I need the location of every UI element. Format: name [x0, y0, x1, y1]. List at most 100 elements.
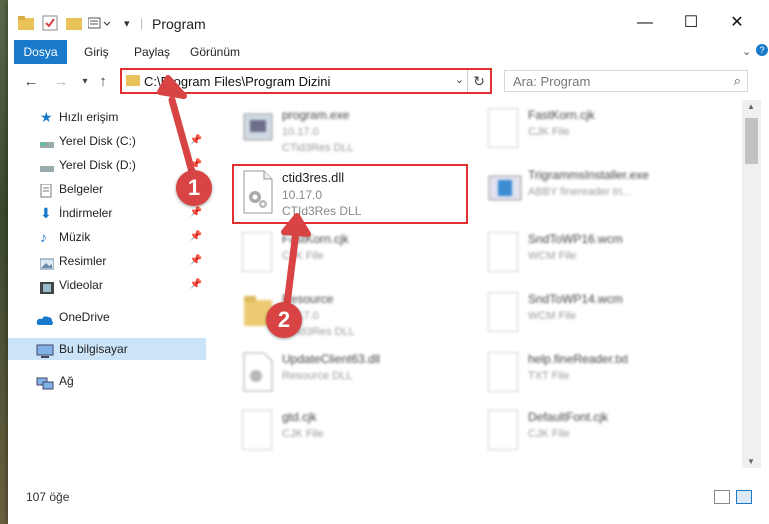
address-row: ← → ▾ ↑ C:\Program Files\Program Dizini … — [8, 64, 769, 100]
sidebar-item-disk-c[interactable]: Yerel Disk (C:) 📌 — [8, 130, 206, 152]
file-type: CJK File — [528, 126, 570, 138]
window-title: Program — [152, 16, 206, 32]
pin-icon[interactable]: 📌 — [190, 250, 202, 272]
sidebar-item-label: Ağ — [59, 374, 74, 388]
sidebar-item-quick-access[interactable]: ★ Hızlı erişim — [8, 106, 206, 128]
list-item[interactable]: SndToWP14.wcm WCM File — [484, 288, 724, 344]
tab-home[interactable]: Giriş — [84, 40, 109, 64]
file-list: program.exe 10.17.0 CTid3Res DLL ctid3re… — [208, 100, 742, 468]
search-input[interactable]: Ara: Program ⌕ — [504, 70, 748, 92]
list-item[interactable]: UpdateClient63.dll Resource DLL — [238, 348, 478, 404]
list-item[interactable]: FastKorn.cjk CJK File — [238, 228, 478, 284]
tab-share[interactable]: Paylaş — [134, 40, 170, 64]
list-item[interactable]: SndToWP16.wcm WCM File — [484, 228, 724, 284]
sidebar-item-downloads[interactable]: ⬇ İndirmeler 📌 — [8, 202, 206, 224]
list-item[interactable]: program.exe 10.17.0 CTid3Res DLL — [238, 104, 478, 160]
step-badge-1: 1 — [176, 170, 212, 206]
file-type: CJK File — [282, 250, 324, 262]
step-badge-2: 2 — [266, 302, 302, 338]
title-separator: | — [140, 16, 144, 30]
file-icon — [488, 232, 518, 272]
file-name: program.exe — [282, 108, 350, 122]
customize-toolbar-icon[interactable]: ▾ — [124, 14, 130, 32]
tab-view[interactable]: Görünüm — [190, 40, 240, 64]
file-type: CJK File — [528, 428, 570, 440]
pictures-icon — [39, 255, 55, 270]
pin-icon[interactable]: 📌 — [190, 274, 202, 296]
folder-icon — [126, 75, 140, 86]
sidebar-item-videos[interactable]: Videolar 📌 — [8, 274, 206, 296]
sidebar-item-label: Müzik — [59, 230, 91, 244]
forward-button[interactable]: → — [50, 71, 72, 93]
sidebar-item-this-pc[interactable]: Bu bilgisayar — [8, 338, 206, 360]
sidebar-item-label: Yerel Disk (C:) — [59, 134, 136, 148]
file-name: SndToWP14.wcm — [528, 292, 623, 306]
file-icon — [488, 410, 518, 450]
navigation-pane: ★ Hızlı erişim Yerel Disk (C:) 📌 Yerel D… — [8, 100, 206, 468]
search-placeholder: Ara: Program — [513, 74, 591, 89]
scroll-up-icon[interactable]: ▲ — [747, 102, 755, 111]
file-type: WCM File — [528, 250, 577, 262]
sidebar-item-label: Videolar — [59, 278, 103, 292]
file-description: CTid3Res DLL — [282, 142, 354, 154]
address-bar[interactable]: C:\Program Files\Program Dizini ⌄ ↻ — [120, 68, 492, 94]
chevron-down-icon[interactable]: ⌄ — [455, 73, 464, 86]
details-view-icon[interactable] — [714, 490, 730, 504]
refresh-button[interactable]: ↻ — [467, 70, 490, 92]
music-note-icon: ♪ — [40, 229, 47, 245]
file-description: ABBY finereader tri... — [528, 186, 632, 198]
highlight-box — [232, 164, 468, 224]
sidebar-item-network[interactable]: Ağ — [8, 370, 206, 392]
sidebar-item-label: OneDrive — [59, 310, 110, 324]
sidebar-item-label: Bu bilgisayar — [59, 342, 128, 356]
list-item[interactable]: gtd.cjk CJK File — [238, 406, 478, 462]
title-bar: ▾ | Program — ☐ ✕ — [8, 0, 769, 40]
sidebar-item-music[interactable]: ♪ Müzik 📌 — [8, 226, 206, 248]
search-icon[interactable]: ⌕ — [734, 73, 741, 89]
scroll-thumb[interactable] — [745, 118, 758, 164]
vertical-scrollbar[interactable]: ▲ ▼ — [742, 100, 761, 468]
maximize-button[interactable]: ☐ — [668, 8, 714, 38]
sidebar-item-label: Resimler — [59, 254, 107, 268]
file-name: UpdateClient63.dll — [282, 352, 381, 366]
status-bar: 107 öğe — [8, 470, 769, 524]
pin-icon[interactable]: 📌 — [190, 130, 202, 152]
large-icons-view-icon[interactable] — [736, 490, 752, 504]
minimize-button[interactable]: — — [622, 8, 668, 38]
list-item[interactable]: DefaultFont.cjk CJK File — [484, 406, 724, 462]
cloud-icon — [36, 311, 53, 325]
list-item[interactable]: TrigrammsInstaller.exe ABBY finereader t… — [484, 164, 724, 220]
address-path[interactable]: C:\Program Files\Program Dizini — [144, 74, 330, 89]
network-icon — [36, 375, 54, 390]
download-arrow-icon: ⬇ — [40, 205, 52, 221]
file-version: 10.17.0 — [282, 126, 319, 138]
drive-icon — [40, 159, 54, 172]
close-button[interactable]: ✕ — [714, 8, 760, 38]
installer-icon — [488, 168, 522, 212]
file-type: CJK File — [282, 428, 324, 440]
view-options-icon[interactable] — [88, 14, 114, 32]
sidebar-item-pictures[interactable]: Resimler 📌 — [8, 250, 206, 272]
scroll-down-icon[interactable]: ▼ — [747, 457, 755, 466]
file-name: gtd.cjk — [282, 410, 317, 424]
film-icon — [40, 279, 54, 294]
file-icon — [242, 232, 272, 272]
properties-icon[interactable] — [42, 14, 58, 32]
up-button[interactable]: ↑ — [92, 71, 114, 93]
sidebar-item-onedrive[interactable]: OneDrive — [8, 306, 206, 328]
list-item[interactable]: help.fineReader.txt TXT File — [484, 348, 724, 404]
sidebar-item-disk-d[interactable]: Yerel Disk (D:) 📌 — [8, 154, 206, 176]
back-button[interactable]: ← — [20, 71, 42, 93]
file-icon — [488, 108, 518, 148]
file-name: SndToWP16.wcm — [528, 232, 623, 246]
help-icon[interactable]: ? — [756, 44, 768, 56]
new-folder-icon[interactable] — [66, 14, 82, 32]
pin-icon[interactable]: 📌 — [190, 226, 202, 248]
file-description: Resource DLL — [282, 370, 353, 382]
sidebar-item-label: İndirmeler — [59, 206, 113, 220]
chevron-down-icon[interactable]: ⌄ — [742, 45, 751, 58]
list-item[interactable]: FastKorn.cjk CJK File — [484, 104, 724, 160]
ribbon-tabs: Dosya Giriş Paylaş Görünüm ⌄ ? — [8, 40, 769, 96]
file-name: TrigrammsInstaller.exe — [528, 168, 649, 182]
file-type: TXT File — [528, 370, 570, 382]
